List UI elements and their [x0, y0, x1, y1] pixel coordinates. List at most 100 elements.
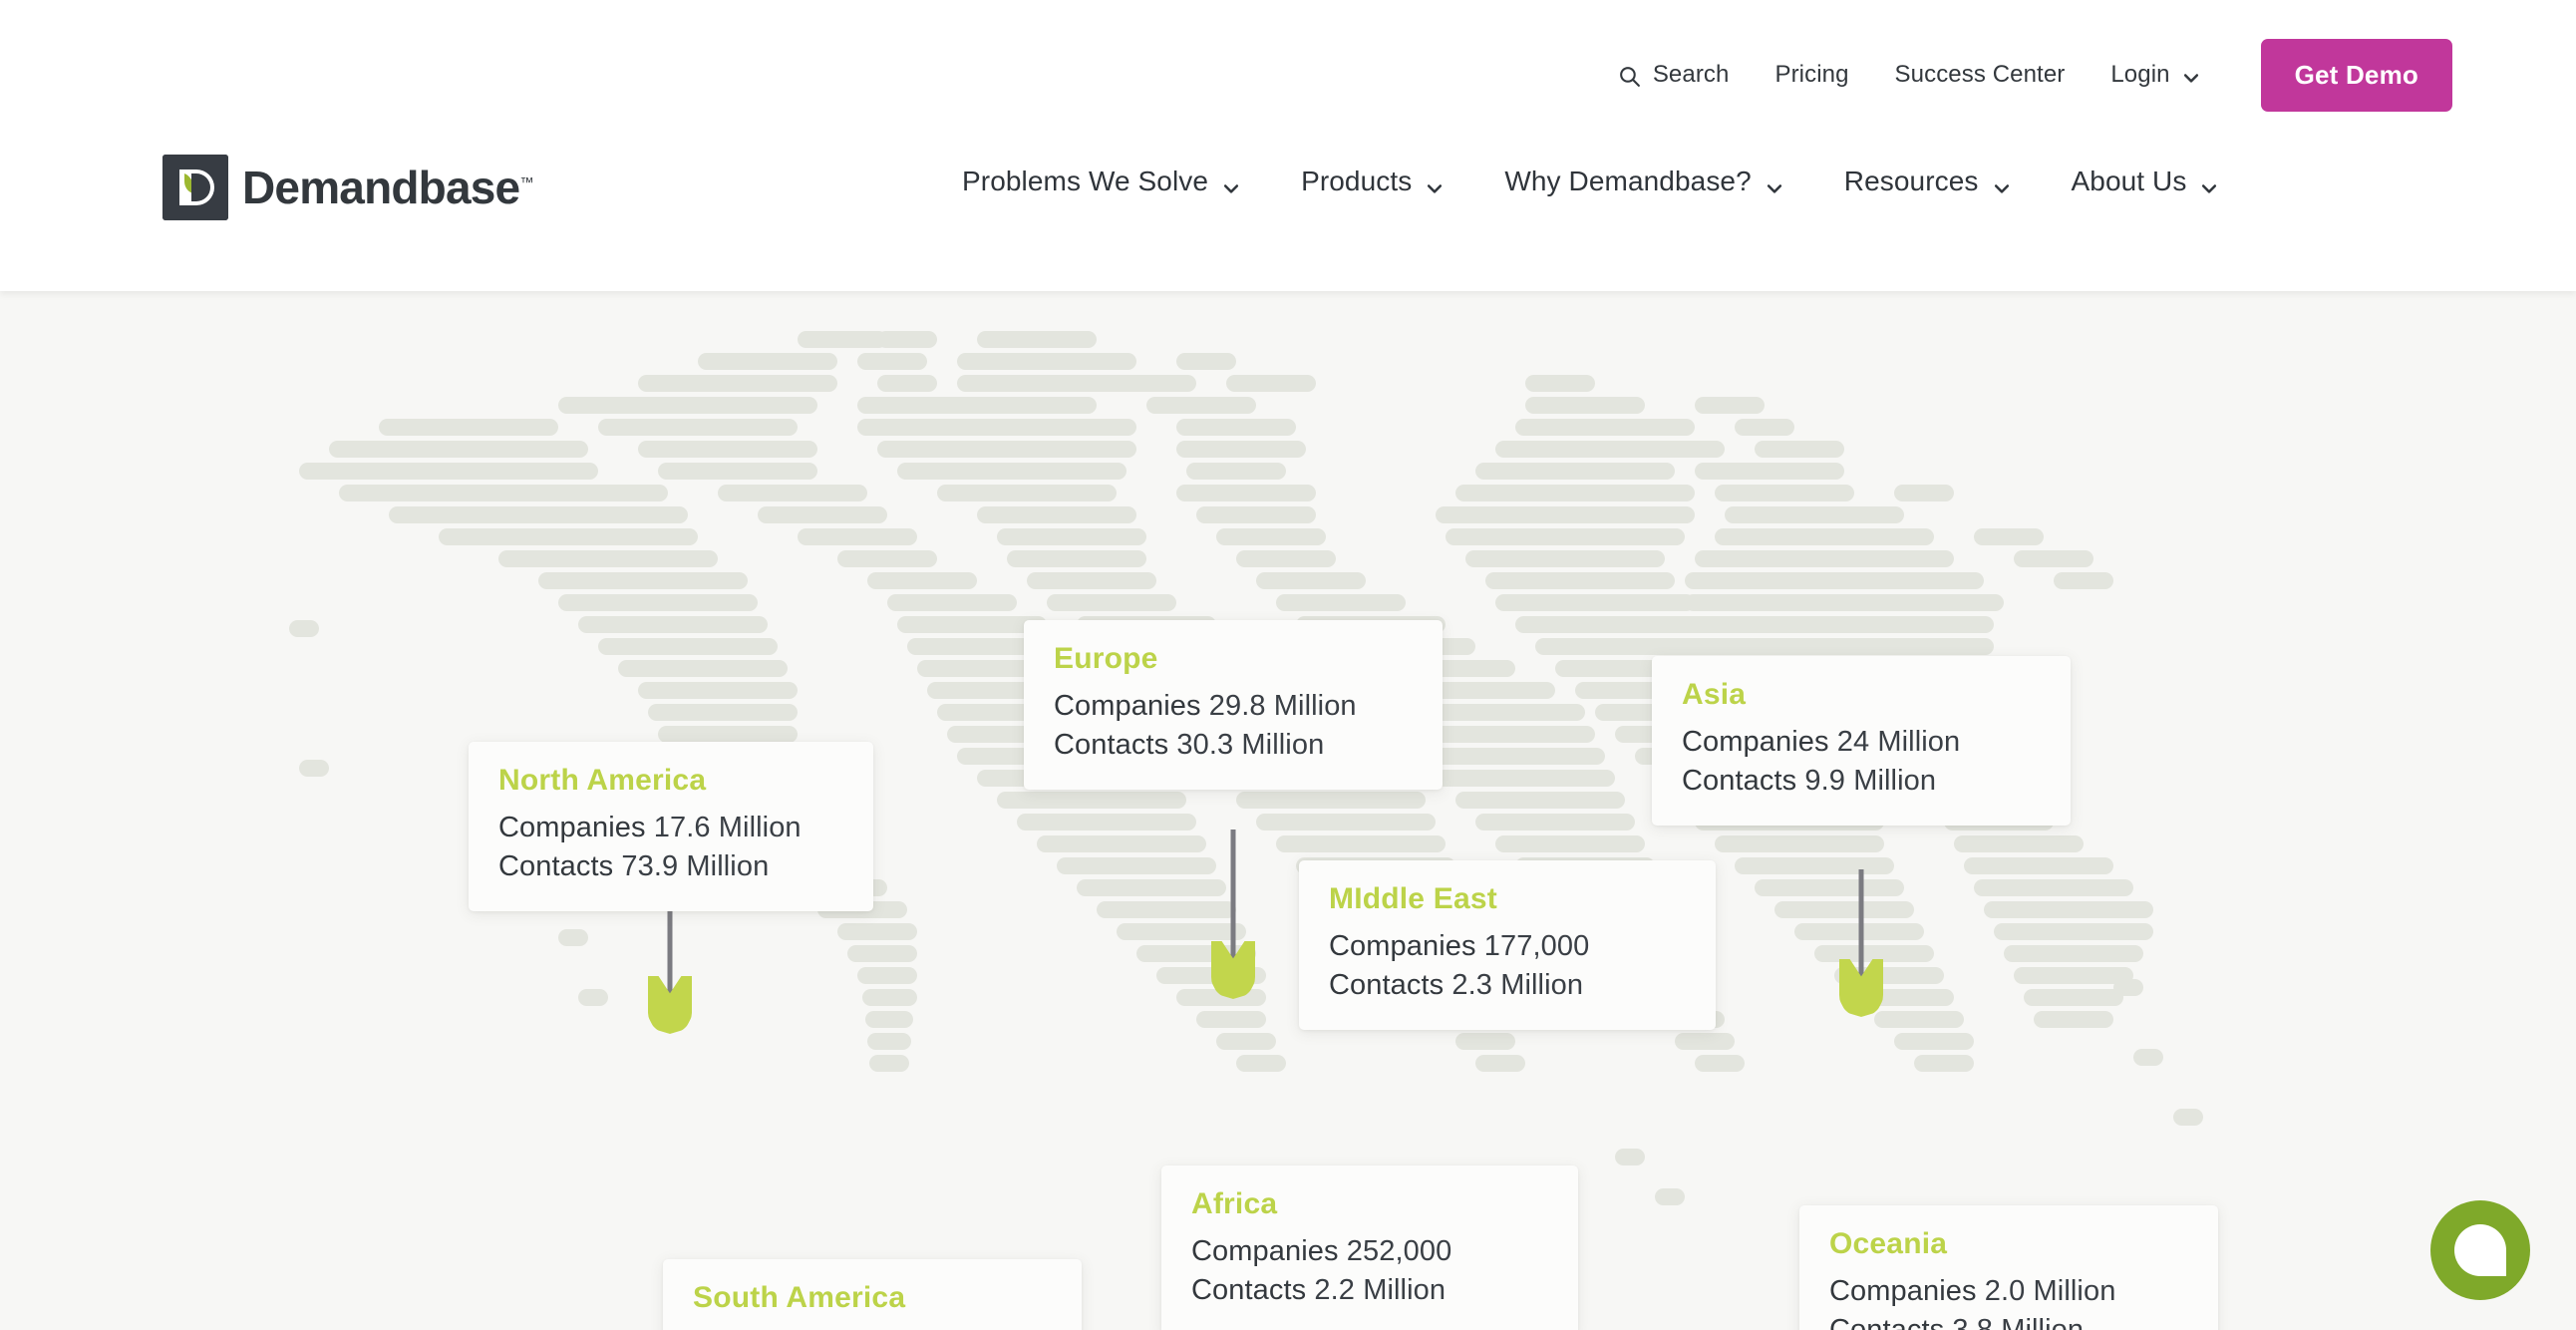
- map-dash: [299, 463, 598, 480]
- map-dash: [1874, 1011, 1964, 1028]
- chevron-down-icon: [1765, 173, 1784, 193]
- map-dash: [1715, 485, 1854, 501]
- map-dash: [1446, 528, 1685, 545]
- contacts-value: 9.9 Million: [1804, 765, 1936, 797]
- map-dash: [1615, 1149, 1645, 1165]
- logo-trademark: ™: [519, 174, 533, 190]
- map-dash: [1455, 485, 1695, 501]
- companies-value: 2.0 Million: [1985, 1275, 2116, 1307]
- map-dash: [329, 441, 588, 458]
- map-dash: [869, 1055, 909, 1072]
- map-dash: [1176, 419, 1296, 436]
- map-dash: [1276, 594, 1406, 611]
- map-dash: [638, 441, 817, 458]
- chat-widget-button[interactable]: [2430, 1200, 2530, 1300]
- nav-item-label: Why Demandbase?: [1504, 166, 1751, 197]
- chevron-down-icon: [1425, 173, 1445, 193]
- map-dash: [857, 967, 917, 984]
- map-dash: [1984, 901, 2153, 918]
- map-dash: [638, 682, 798, 699]
- map-dash: [937, 485, 1117, 501]
- map-dash: [1525, 397, 1645, 414]
- map-dash: [1954, 835, 2084, 852]
- map-dash: [977, 331, 1097, 348]
- search-icon: [1617, 64, 1642, 89]
- map-dash: [1475, 1055, 1525, 1072]
- map-dash: [865, 1011, 913, 1028]
- region-card-europe: Europe Companies 29.8 Million Contacts 30.…: [1024, 620, 1443, 790]
- region-contacts-row: Contacts 3.8 Million: [1829, 1311, 2184, 1330]
- map-dash: [1455, 792, 1625, 809]
- map-pin-asia[interactable]: [1839, 869, 1883, 1017]
- nav-item-problems-we-solve[interactable]: Problems We Solve: [962, 166, 1241, 197]
- chevron-down-icon: [1992, 173, 2012, 193]
- utility-link-label: Pricing: [1774, 61, 1848, 89]
- map-dash: [578, 616, 768, 633]
- map-dash: [1256, 814, 1436, 831]
- map-dash: [1196, 1011, 1266, 1028]
- map-dash: [798, 331, 887, 348]
- region-contacts-row: Contacts 2.2 Million: [1191, 1271, 1544, 1310]
- utility-link-search[interactable]: Search: [1617, 61, 1730, 89]
- region-card-title: Europe: [1054, 642, 1409, 676]
- companies-label: Companies: [1682, 726, 1829, 758]
- site-logo[interactable]: Demandbase™: [162, 155, 533, 220]
- region-contacts-row: Contacts 2.3 Million: [1329, 966, 1682, 1005]
- map-dash: [798, 528, 917, 545]
- map-dash: [648, 704, 798, 721]
- region-card-oceania: OceaniaCompanies 2.0 MillionContacts 3.8…: [1799, 1205, 2218, 1330]
- nav-item-why-demandbase[interactable]: Why Demandbase?: [1504, 166, 1783, 197]
- map-pin-europe[interactable]: [1211, 830, 1255, 999]
- map-dash: [1077, 879, 1226, 896]
- map-dash: [1695, 463, 1844, 480]
- map-dash: [1176, 353, 1236, 370]
- companies-value: 24 Million: [1837, 726, 1961, 758]
- map-dash: [1256, 572, 1366, 589]
- map-dash: [1685, 594, 2004, 611]
- map-dash: [1695, 1055, 1745, 1072]
- map-dash: [1475, 814, 1635, 831]
- contacts-label: Contacts: [498, 850, 613, 882]
- region-contacts-row: Contacts 73.9 Million: [498, 847, 839, 886]
- map-dash: [1994, 923, 2153, 940]
- utility-link-login[interactable]: Login: [2110, 61, 2200, 89]
- pin-connector-line: [1859, 869, 1864, 979]
- map-dash: [1455, 1033, 1515, 1050]
- map-dash: [1695, 616, 1994, 633]
- map-dash: [1655, 1188, 1685, 1205]
- utility-link-success-center[interactable]: Success Center: [1895, 61, 2066, 89]
- contacts-label: Contacts: [1829, 1314, 1944, 1330]
- contacts-value: 30.3 Million: [1176, 729, 1324, 761]
- map-dash: [618, 660, 788, 677]
- region-contacts-row: Contacts 30.3 Million: [1054, 726, 1409, 765]
- map-dash: [897, 463, 1127, 480]
- map-dash: [1176, 441, 1306, 458]
- map-dash: [2004, 945, 2143, 962]
- main-nav: Problems We Solve Products Why Demandbas…: [962, 166, 2219, 197]
- companies-label: Companies: [1054, 690, 1201, 722]
- contacts-value: 73.9 Million: [621, 850, 769, 882]
- map-dash: [558, 929, 588, 946]
- map-dash: [2133, 1049, 2163, 1066]
- region-companies-row: Companies 17.6 Million: [498, 809, 839, 847]
- utility-link-label: Login: [2110, 61, 2169, 89]
- region-card-title: Africa: [1191, 1187, 1544, 1221]
- map-dash: [837, 550, 937, 567]
- companies-label: Companies: [1329, 930, 1476, 962]
- companies-value: 29.8 Million: [1209, 690, 1357, 722]
- map-dash: [1515, 616, 1715, 633]
- region-card-title: North America: [498, 764, 839, 798]
- map-dash: [1047, 594, 1176, 611]
- region-contacts-row: Contacts 9.9 Million: [1682, 762, 2037, 801]
- utility-link-pricing[interactable]: Pricing: [1774, 61, 1848, 89]
- companies-value: 252,000: [1347, 1235, 1452, 1267]
- nav-item-about-us[interactable]: About Us: [2072, 166, 2220, 197]
- map-dash: [289, 620, 319, 637]
- map-dash: [698, 353, 837, 370]
- nav-item-products[interactable]: Products: [1301, 166, 1445, 197]
- demandbase-logo-icon: [162, 155, 228, 220]
- map-dash: [837, 923, 917, 940]
- map-dash: [1057, 857, 1216, 874]
- get-demo-button[interactable]: Get Demo: [2261, 39, 2452, 112]
- nav-item-resources[interactable]: Resources: [1844, 166, 2012, 197]
